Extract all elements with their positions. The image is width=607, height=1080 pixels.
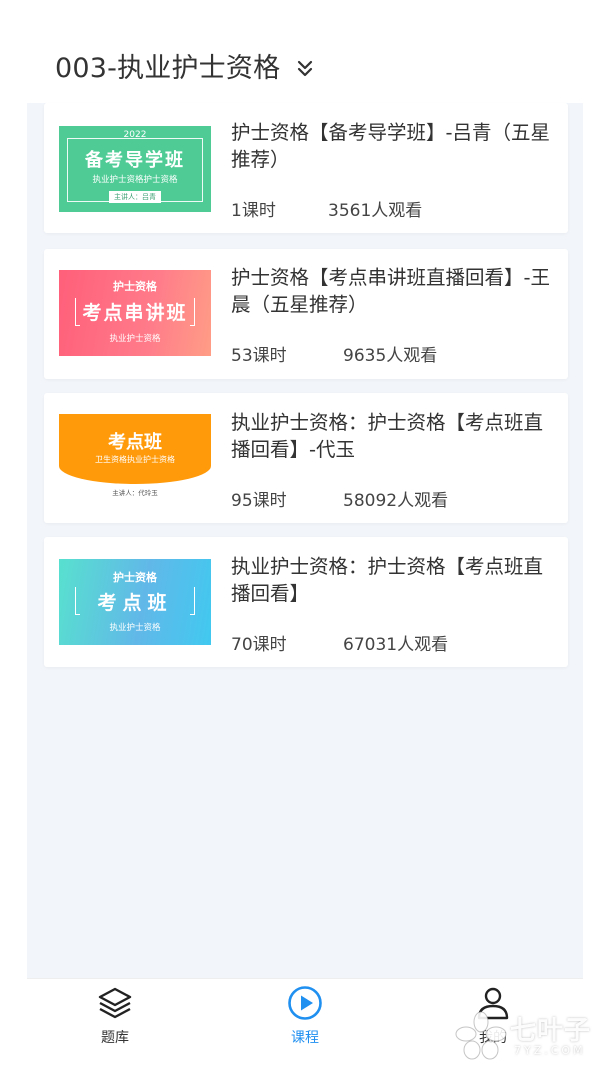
- thumbnail-year: 2022: [123, 130, 147, 140]
- course-thumbnail: 2022 备考导学班 执业护士资格护士资格 主讲人：吕青: [59, 126, 211, 212]
- watermark-text: 七叶子: [510, 1016, 592, 1046]
- tab-label: 题库: [101, 1030, 129, 1046]
- thumbnail-teacher: 主讲人：吕青: [109, 191, 161, 203]
- tab-question-bank[interactable]: 题库: [55, 979, 175, 1056]
- thumbnail-sub-text: 执业护士资格: [109, 334, 161, 344]
- thumbnail-sub-text: 卫生资格执业护士资格: [95, 455, 175, 464]
- thumbnail-main-text: 考点班: [97, 592, 173, 614]
- thumbnail-teacher: 主讲人：代玲玉: [112, 489, 158, 497]
- course-card[interactable]: 考点班 卫生资格执业护士资格 主讲人：代玲玉 执业护士资格：护士资格【考点班直播…: [44, 393, 568, 523]
- leaf-logo-icon: [455, 1011, 507, 1060]
- play-circle-icon: [288, 986, 322, 1020]
- course-views: 67031人观看: [343, 635, 449, 655]
- category-selector[interactable]: 003-执业护士资格: [27, 27, 583, 103]
- watermark-sub: 7YZ.COM: [514, 1044, 586, 1057]
- watermark: 七叶子 7YZ.COM: [452, 1008, 602, 1068]
- thumbnail-tag: 护士资格: [113, 280, 157, 293]
- layers-icon: [98, 987, 132, 1019]
- course-title: 护士资格【考点串讲班直播回看】-王晨（五星推荐）: [231, 266, 551, 316]
- course-lessons: 70课时: [231, 635, 287, 655]
- course-card[interactable]: 2022 备考导学班 执业护士资格护士资格 主讲人：吕青 护士资格【备考导学班】…: [44, 103, 568, 233]
- course-title: 执业护士资格：护士资格【考点班直播回看】-代玉: [231, 411, 544, 461]
- thumbnail-main-text: 考点串讲班: [82, 302, 188, 324]
- tab-label: 课程: [291, 1030, 319, 1046]
- thumbnail-tag: 护士资格: [113, 571, 157, 584]
- course-views: 3561人观看: [328, 201, 423, 221]
- app-screen: 003-执业护士资格 2022 备考导学班 执业护士资格护士资格 主讲人：吕青 …: [27, 27, 583, 1056]
- course-thumbnail: 考点班 卫生资格执业护士资格 主讲人：代玲玉: [59, 414, 211, 500]
- course-lessons: 1课时: [231, 201, 276, 221]
- thumbnail-main-text: 备考导学班: [85, 150, 185, 171]
- course-lessons: 95课时: [231, 491, 287, 511]
- course-card[interactable]: 护士资格 考点串讲班 执业护士资格 护士资格【考点串讲班直播回看】-王晨（五星推…: [44, 249, 568, 379]
- course-lessons: 53课时: [231, 346, 287, 366]
- thumbnail-sub-text: 执业护士资格: [109, 623, 161, 633]
- course-thumbnail: 护士资格 考点串讲班 执业护士资格: [59, 270, 211, 356]
- category-title: 003-执业护士资格: [55, 52, 281, 84]
- course-title: 执业护士资格：护士资格【考点班直播回看】: [231, 555, 544, 605]
- course-card[interactable]: 护士资格 考点班 执业护士资格 执业护士资格：护士资格【考点班直播回看】 70课…: [44, 537, 568, 667]
- thumbnail-sub-text: 执业护士资格护士资格: [92, 175, 178, 185]
- course-thumbnail: 护士资格 考点班 执业护士资格: [59, 559, 211, 645]
- tab-courses[interactable]: 课程: [245, 979, 365, 1056]
- course-title: 护士资格【备考导学班】-吕青（五星推荐）: [231, 121, 551, 171]
- thumbnail-main-text: 考点班: [108, 432, 162, 453]
- course-views: 9635人观看: [343, 346, 438, 366]
- double-chevron-down-icon: [298, 60, 313, 77]
- course-views: 58092人观看: [343, 491, 449, 511]
